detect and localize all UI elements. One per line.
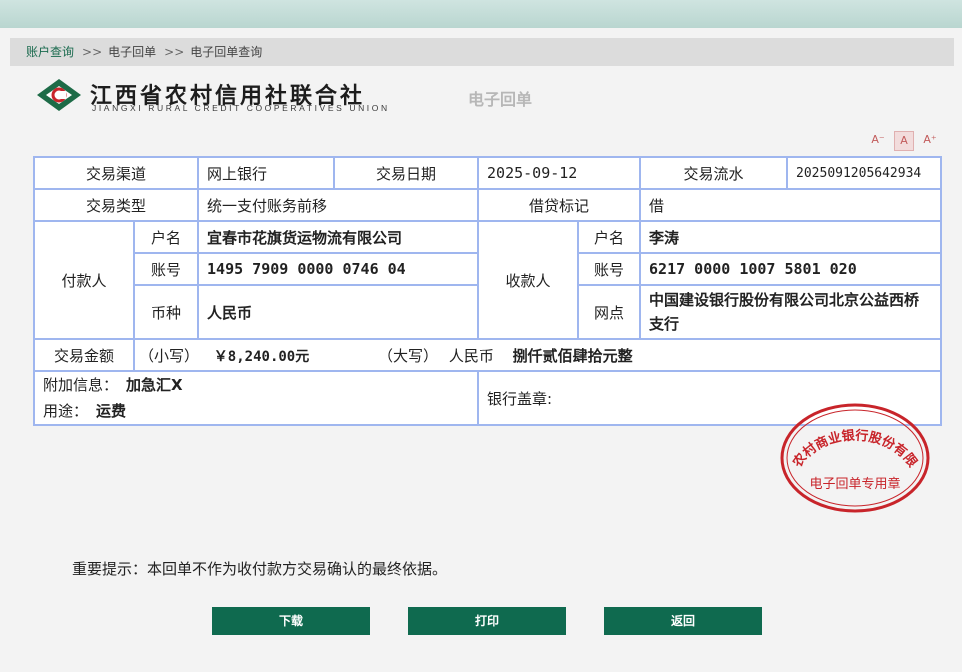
breadcrumb: 账户查询 >> 电子回单 >> 电子回单查询: [10, 38, 954, 66]
extra-label: 附加信息：: [43, 376, 119, 394]
breadcrumb-item-e-receipt[interactable]: 电子回单: [108, 45, 156, 59]
svg-text:宜春农村商业银行股份有限公司: 宜春农村商业银行股份有限公司: [779, 402, 920, 471]
date-value: 2025-09-12: [477, 156, 642, 190]
date-label: 交易日期: [333, 156, 480, 190]
important-notice: 重要提示：本回单不作为收付款方交易确认的最终依据。: [72, 560, 448, 578]
payer-name-label: 户名: [132, 220, 200, 254]
amount-big-label: （大写）: [378, 346, 439, 365]
debit-credit-label: 借贷标记: [477, 188, 642, 222]
purpose-value: 运费: [96, 402, 127, 420]
payee-account: 6217 0000 1007 5801 020: [639, 252, 943, 286]
payee-label: 收款人: [477, 220, 580, 340]
amount-big-currency: 人民币: [448, 346, 494, 365]
breadcrumb-item-e-receipt-query: 电子回单查询: [190, 45, 263, 59]
bank-seal-cell: 银行盖章: 宜春农村商业银行股份有限公司 电子回单专用章: [477, 370, 943, 513]
bank-stamp-icon: 宜春农村商业银行股份有限公司 电子回单专用章: [779, 402, 930, 513]
font-size-controls: A⁻ A A⁺: [870, 131, 940, 151]
payee-account-label: 账号: [577, 252, 642, 286]
breadcrumb-separator: >>: [82, 45, 103, 59]
font-normal-button[interactable]: A: [894, 131, 914, 151]
amount-label: 交易金额: [33, 338, 135, 372]
amount-small-label: （小写）: [139, 346, 200, 365]
bank-logo: 江西省农村信用社联合社 JIANGXI RURAL CREDIT COOPERA…: [36, 76, 416, 116]
payer-account-label: 账号: [132, 252, 200, 286]
seal-label: 银行盖章:: [487, 389, 553, 408]
breadcrumb-item-account-query[interactable]: 账户查询: [26, 45, 74, 59]
download-button[interactable]: 下载: [212, 607, 370, 635]
top-banner: [0, 0, 962, 28]
amount-small: ￥8,240.00元: [213, 348, 310, 365]
stamp-center-text: 电子回单专用章: [810, 476, 901, 492]
font-decrease-button[interactable]: A⁻: [870, 131, 886, 149]
payee-branch-label: 网点: [577, 284, 642, 340]
serial-label: 交易流水: [639, 156, 789, 190]
stamp-ring-text: 宜春农村商业银行股份有限公司: [779, 402, 920, 471]
payer-name: 宜春市花旗货运物流有限公司: [197, 220, 480, 254]
receipt-table: 交易渠道 网上银行 交易日期 2025-09-12 交易流水 202509120…: [32, 156, 943, 513]
channel-value: 网上银行: [197, 156, 336, 190]
type-label: 交易类型: [32, 188, 200, 222]
amount-big: 捌仟贰佰肆拾元整: [512, 346, 633, 365]
bank-emblem-icon: [37, 79, 81, 111]
payee-name-label: 户名: [577, 220, 642, 254]
currency-value: 人民币: [197, 284, 480, 340]
breadcrumb-separator: >>: [164, 45, 185, 59]
payer-label: 付款人: [33, 220, 135, 340]
back-button[interactable]: 返回: [604, 607, 762, 635]
bank-name-en: JIANGXI RURAL CREDIT COOPERATIVES UNION: [92, 103, 390, 113]
page-title: 电子回单: [468, 90, 533, 109]
font-increase-button[interactable]: A⁺: [922, 131, 938, 149]
currency-label: 币种: [132, 284, 200, 340]
extra-value: 加急汇X: [126, 376, 183, 394]
payee-name: 李涛: [639, 220, 943, 254]
debit-credit-value: 借: [639, 188, 943, 222]
purpose-label: 用途：: [43, 402, 89, 420]
amount-row: （小写） ￥8,240.00元 （大写） 人民币 捌仟贰佰肆拾元整: [132, 338, 943, 372]
serial-value: 2025091205642934: [786, 156, 943, 190]
payee-branch: 中国建设银行股份有限公司北京公益西桥支行: [639, 284, 943, 340]
print-button[interactable]: 打印: [408, 607, 566, 635]
payer-account: 1495 7909 0000 0746 04: [197, 252, 480, 286]
type-value: 统一支付账务前移: [197, 188, 480, 222]
channel-label: 交易渠道: [32, 156, 200, 190]
additional-info-cell: 附加信息： 加急汇X 用途： 运费: [32, 370, 480, 426]
